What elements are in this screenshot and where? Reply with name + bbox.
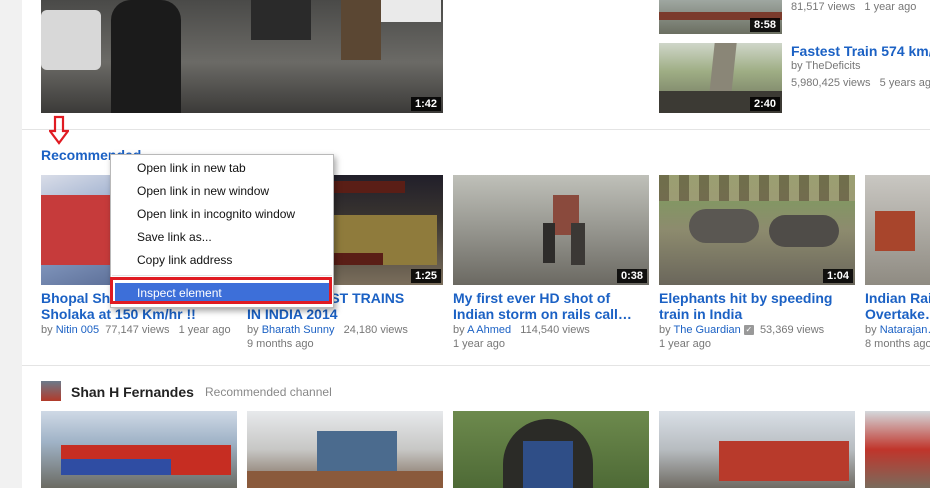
menu-separator [112,275,332,276]
menu-item-open-new-tab[interactable]: Open link in new tab [137,161,246,175]
rec-video-3-meta: by A Ahmed 114,540 views [453,324,590,336]
rec-video-3-title[interactable]: My first ever HD shot of Indian storm on … [453,290,649,322]
menu-item-save-link[interactable]: Save link as... [137,230,212,244]
menu-item-copy-link[interactable]: Copy link address [137,253,232,267]
rec-video-thumbnail-3[interactable]: 0:38 [453,175,649,285]
verified-check-icon: ✓ [743,325,754,336]
rec-video-thumbnail-5[interactable] [865,175,930,285]
menu-item-open-incognito[interactable]: Open link in incognito window [137,207,295,221]
section-divider [22,365,930,366]
author-link[interactable]: A Ahmed [467,324,511,336]
channel-video-thumbnail-3[interactable] [453,411,649,488]
channel-video-thumbnail-4[interactable] [659,411,855,488]
duration-badge: 1:42 [410,97,441,111]
author-link[interactable]: Bharath Sunny [262,324,335,336]
author-link[interactable]: The Guardian [673,324,740,336]
channel-video-thumbnail-2[interactable] [247,411,443,488]
rec-video-thumbnail-4[interactable]: 1:04 [659,175,855,285]
duration-badge: 2:40 [749,97,780,111]
side-video-thumbnail-1[interactable]: 8:58 [659,0,782,34]
author-link[interactable]: Natarajan… [880,324,930,336]
side-video-thumbnail-2[interactable]: 2:40 [659,43,782,113]
side-video-1-meta: 81,517 views 1 year ago [791,1,917,13]
rec-video-5-meta: by Natarajan… [865,323,930,337]
rec-video-4-meta: by The Guardian ✓ 53,369 views [659,324,825,336]
side-video-2-author: by TheDeficits [791,60,861,72]
author-link[interactable]: Nitin 005 [56,324,99,336]
section-divider [22,129,930,130]
duration-badge: 1:04 [822,269,853,283]
duration-badge: 1:25 [410,269,441,283]
side-video-2-title[interactable]: Fastest Train 574 km/h [791,43,930,59]
rec-video-5-title[interactable]: Indian Rai…Overtake… [865,290,930,322]
side-video-2-stats: 5,980,425 views 5 years ago [791,77,930,89]
rec-video-1-meta: by Nitin 005 77,147 views 1 year ago [41,324,231,336]
channel-subtitle: Recommended channel [205,385,332,399]
red-highlight-annotation [110,277,332,304]
channel-avatar[interactable] [41,381,61,401]
duration-badge: 8:58 [749,18,780,32]
rec-video-2-age: 9 months ago [247,338,314,350]
channel-video-thumbnail-1[interactable] [41,411,237,488]
rec-video-4-title[interactable]: Elephants hit by speeding train in India [659,290,855,322]
rec-video-2-meta: by Bharath Sunny 24,180 views [247,324,408,336]
main-video-thumbnail[interactable]: 1:42 [41,0,443,113]
rec-video-5-age: 8 months ago [865,338,930,350]
rec-video-3-age: 1 year ago [453,338,505,350]
down-arrow-annotation-icon [49,115,69,145]
author-link[interactable]: TheDeficits [805,60,860,72]
channel-name[interactable]: Shan H Fernandes [71,384,194,400]
duration-badge: 0:38 [616,269,647,283]
channel-video-thumbnail-5[interactable] [865,411,930,488]
menu-item-open-new-window[interactable]: Open link in new window [137,184,269,198]
rec-video-4-age: 1 year ago [659,338,711,350]
